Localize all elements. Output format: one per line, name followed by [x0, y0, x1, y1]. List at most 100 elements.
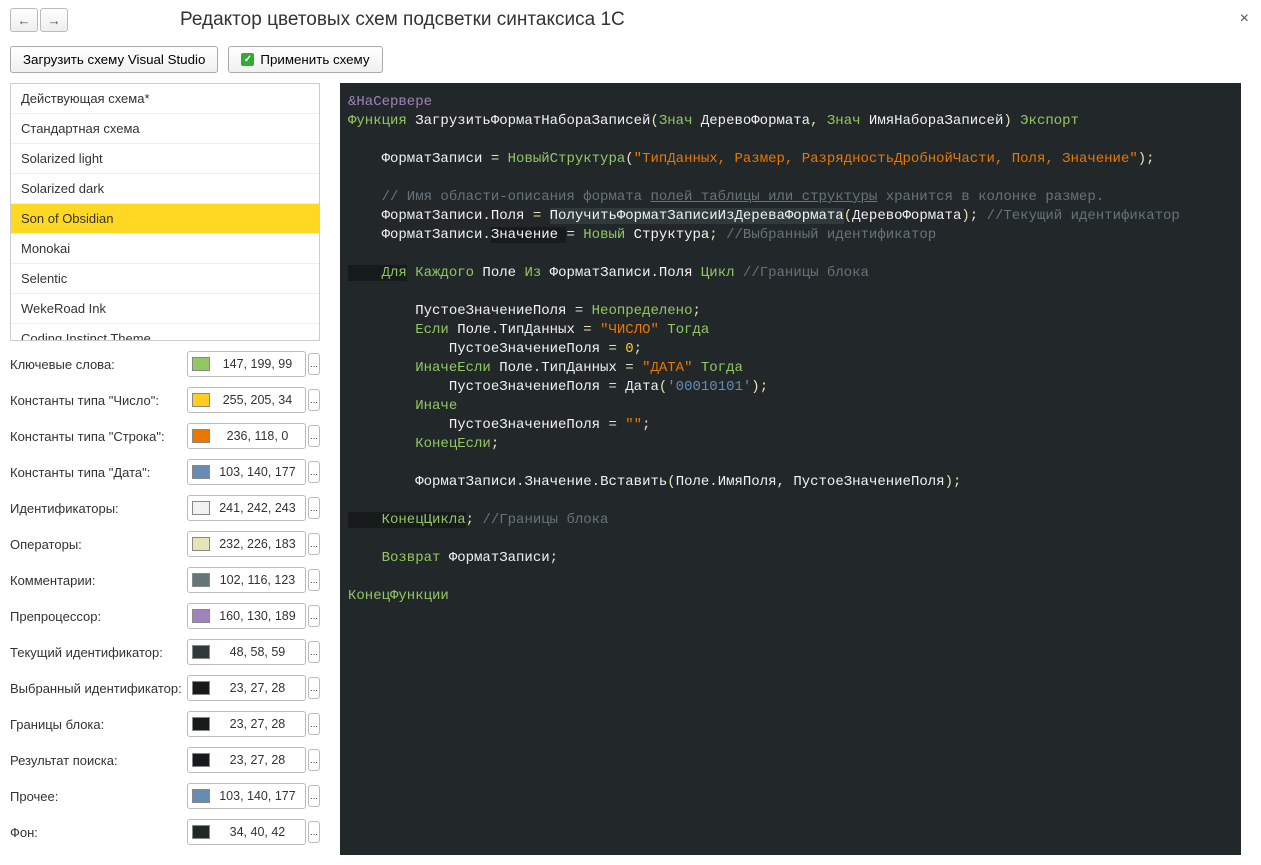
color-field[interactable]: 23, 27, 28 — [187, 711, 306, 737]
color-swatch — [192, 393, 210, 407]
color-property-row: Идентификаторы: 241, 242, 243... — [10, 495, 320, 521]
color-picker-button[interactable]: ... — [308, 821, 320, 843]
color-value: 236, 118, 0 — [210, 429, 305, 443]
color-value: 103, 140, 177 — [210, 465, 305, 479]
property-label: Идентификаторы: — [10, 501, 187, 516]
property-label: Выбранный идентификатор: — [10, 681, 187, 696]
scheme-item[interactable]: Selentic — [11, 264, 319, 294]
back-button[interactable]: ← — [10, 8, 38, 32]
color-field[interactable]: 103, 140, 177 — [187, 459, 306, 485]
color-picker-button[interactable]: ... — [308, 605, 320, 627]
color-picker-button[interactable]: ... — [308, 461, 320, 483]
color-picker-button[interactable]: ... — [308, 533, 320, 555]
color-field[interactable]: 236, 118, 0 — [187, 423, 306, 449]
color-field[interactable]: 255, 205, 34 — [187, 387, 306, 413]
color-swatch — [192, 573, 210, 587]
property-label: Константы типа "Дата": — [10, 465, 187, 480]
property-label: Фон: — [10, 825, 187, 840]
color-value: 232, 226, 183 — [210, 537, 305, 551]
scheme-item[interactable]: Solarized light — [11, 144, 319, 174]
color-property-row: Фон: 34, 40, 42... — [10, 819, 320, 845]
color-picker-button[interactable]: ... — [308, 497, 320, 519]
color-swatch — [192, 717, 210, 731]
check-icon: ✓ — [241, 53, 254, 66]
editor-preview: &НаСервере Функция ЗагрузитьФорматНабора… — [340, 83, 1251, 855]
color-value: 34, 40, 42 — [210, 825, 305, 839]
scheme-item[interactable]: Solarized dark — [11, 174, 319, 204]
editor-scrollbar[interactable] — [1241, 83, 1251, 855]
color-swatch — [192, 753, 210, 767]
property-label: Результат поиска: — [10, 753, 187, 768]
color-value: 241, 242, 243 — [210, 501, 305, 515]
color-swatch — [192, 465, 210, 479]
color-picker-button[interactable]: ... — [308, 749, 320, 771]
color-property-row: Препроцессор: 160, 130, 189... — [10, 603, 320, 629]
scheme-item[interactable]: Стандартная схема — [11, 114, 319, 144]
color-property-row: Операторы: 232, 226, 183... — [10, 531, 320, 557]
color-property-row: Выбранный идентификатор:23, 27, 28... — [10, 675, 320, 701]
color-picker-button[interactable]: ... — [308, 713, 320, 735]
color-value: 102, 116, 123 — [210, 573, 305, 587]
color-picker-button[interactable]: ... — [308, 677, 320, 699]
property-label: Константы типа "Число": — [10, 393, 187, 408]
color-value: 23, 27, 28 — [210, 717, 305, 731]
color-picker-button[interactable]: ... — [308, 353, 320, 375]
scheme-item[interactable]: Son of Obsidian — [11, 204, 319, 234]
apply-scheme-button[interactable]: ✓ Применить схему — [228, 46, 382, 73]
color-picker-button[interactable]: ... — [308, 569, 320, 591]
color-value: 160, 130, 189 — [210, 609, 305, 623]
color-swatch — [192, 501, 210, 515]
color-property-row: Константы типа "Число": 255, 205, 34... — [10, 387, 320, 413]
color-property-row: Текущий идентификатор: 48, 58, 59... — [10, 639, 320, 665]
color-property-row: Ключевые слова:147, 199, 99... — [10, 351, 320, 377]
color-field[interactable]: 160, 130, 189 — [187, 603, 306, 629]
scheme-item[interactable]: Monokai — [11, 234, 319, 264]
forward-button[interactable]: → — [40, 8, 68, 32]
color-value: 103, 140, 177 — [210, 789, 305, 803]
color-picker-button[interactable]: ... — [308, 785, 320, 807]
color-value: 255, 205, 34 — [210, 393, 305, 407]
color-swatch — [192, 645, 210, 659]
color-property-row: Константы типа "Дата": 103, 140, 177... — [10, 459, 320, 485]
property-label: Константы типа "Строка": — [10, 429, 187, 444]
color-property-row: Прочее:103, 140, 177... — [10, 783, 320, 809]
color-picker-button[interactable]: ... — [308, 641, 320, 663]
color-swatch — [192, 825, 210, 839]
color-property-row: Константы типа "Строка": 236, 118, 0... — [10, 423, 320, 449]
close-icon[interactable]: × — [1240, 10, 1249, 28]
color-swatch — [192, 789, 210, 803]
color-field[interactable]: 102, 116, 123 — [187, 567, 306, 593]
color-value: 23, 27, 28 — [210, 753, 305, 767]
color-properties: Ключевые слова:147, 199, 99... Константы … — [10, 351, 320, 845]
color-swatch — [192, 681, 210, 695]
color-picker-button[interactable]: ... — [308, 389, 320, 411]
scheme-list[interactable]: Действующая схема*Стандартная схемаSolar… — [10, 83, 320, 341]
code-preview: &НаСервере Функция ЗагрузитьФорматНабора… — [340, 83, 1241, 855]
header: ← → Редактор цветовых схем подсветки син… — [0, 0, 1261, 40]
color-property-row: Результат поиска: 23, 27, 28... — [10, 747, 320, 773]
color-field[interactable]: 23, 27, 28 — [187, 747, 306, 773]
color-field[interactable]: 103, 140, 177 — [187, 783, 306, 809]
property-label: Операторы: — [10, 537, 187, 552]
color-field[interactable]: 48, 58, 59 — [187, 639, 306, 665]
load-scheme-button[interactable]: Загрузить схему Visual Studio — [10, 46, 218, 73]
scheme-item[interactable]: Coding Instinct Theme — [11, 324, 319, 341]
scheme-item[interactable]: WekeRoad Ink — [11, 294, 319, 324]
scheme-item[interactable]: Действующая схема* — [11, 84, 319, 114]
property-label: Границы блока: — [10, 717, 187, 732]
color-picker-button[interactable]: ... — [308, 425, 320, 447]
color-swatch — [192, 429, 210, 443]
toolbar: Загрузить схему Visual Studio ✓ Применит… — [0, 40, 1261, 83]
property-label: Препроцессор: — [10, 609, 187, 624]
color-field[interactable]: 232, 226, 183 — [187, 531, 306, 557]
color-field[interactable]: 34, 40, 42 — [187, 819, 306, 845]
color-value: 147, 199, 99 — [210, 357, 305, 371]
color-field[interactable]: 147, 199, 99 — [187, 351, 306, 377]
color-field[interactable]: 23, 27, 28 — [187, 675, 306, 701]
property-label: Текущий идентификатор: — [10, 645, 187, 660]
color-field[interactable]: 241, 242, 243 — [187, 495, 306, 521]
color-property-row: Границы блока: 23, 27, 28... — [10, 711, 320, 737]
color-swatch — [192, 357, 210, 371]
color-value: 48, 58, 59 — [210, 645, 305, 659]
page-title: Редактор цветовых схем подсветки синтакс… — [180, 9, 625, 31]
